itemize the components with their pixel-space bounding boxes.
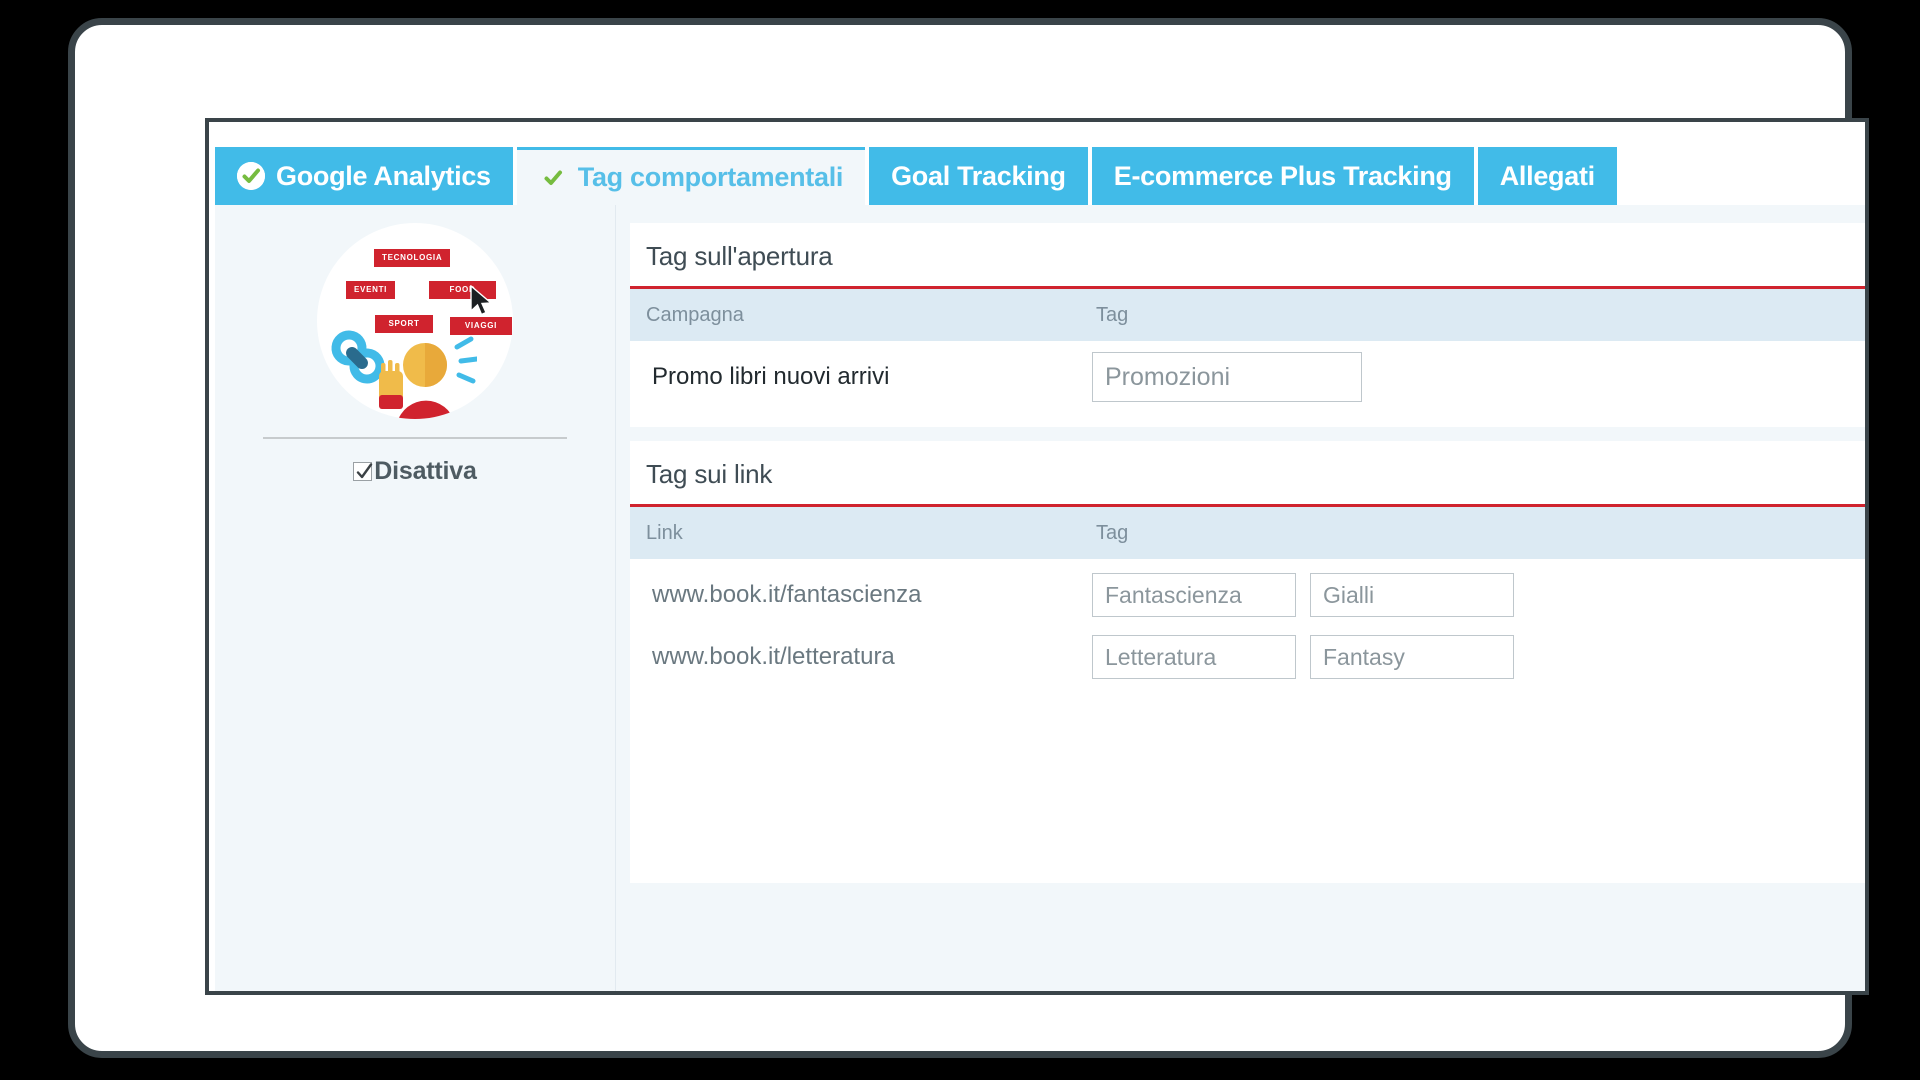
column-header-campagna: Campagna — [646, 303, 744, 326]
table-row: www.book.it/fantascienza — [630, 559, 1865, 621]
section-title-link: Tag sui link — [646, 459, 773, 489]
tag-input-gialli[interactable] — [1310, 573, 1514, 617]
checkbox-checked-icon[interactable] — [353, 462, 373, 481]
tag-input-fantasy[interactable] — [1310, 635, 1514, 679]
table-row: Promo libri nuovi arrivi — [630, 341, 1865, 403]
tag-inputs — [1080, 573, 1865, 617]
tag-inputs — [1080, 635, 1865, 679]
left-sidebar: ? TECNOLOGIA EVENTI FOOD SPORT VIAGGI — [215, 205, 654, 991]
sidebar-divider — [263, 437, 567, 439]
tab-bar: Google Analytics Tag comportamentali Goa… — [215, 147, 1617, 205]
app-window: Google Analytics Tag comportamentali Goa… — [205, 118, 1869, 995]
check-circle-icon — [237, 162, 265, 190]
link-url: www.book.it/letteratura — [652, 643, 895, 670]
chip-tecnologia: TECNOLOGIA — [374, 249, 451, 267]
table-header-link: Link Tag — [630, 507, 1865, 559]
tab-allegati[interactable]: Allegati — [1477, 147, 1617, 205]
tab-goal-tracking[interactable]: Goal Tracking — [869, 147, 1088, 205]
section-title-apertura: Tag sull'apertura — [646, 241, 833, 271]
tab-tag-comportamentali[interactable]: Tag comportamentali — [516, 147, 866, 205]
main-panel: Tag sull'apertura Campagna Tag Promo lib… — [615, 205, 1865, 991]
tab-ecommerce-plus-tracking[interactable]: E-commerce Plus Tracking — [1091, 147, 1474, 205]
tag-input-fantascienza[interactable] — [1092, 573, 1296, 617]
tag-input-letteratura[interactable] — [1092, 635, 1296, 679]
table-row: www.book.it/letteratura — [630, 621, 1865, 683]
column-header-link: Link — [646, 521, 683, 544]
illustration-wrapper: TECNOLOGIA EVENTI FOOD SPORT VIAGGI — [215, 223, 615, 419]
tag-inputs — [1080, 352, 1865, 402]
tab-label: Tag comportamentali — [577, 162, 844, 192]
disattiva-toggle[interactable]: Disattiva — [215, 457, 615, 486]
tag-input-promozioni[interactable] — [1092, 352, 1362, 402]
campagna-name: Promo libri nuovi arrivi — [652, 363, 890, 390]
tab-label: Google Analytics — [276, 160, 491, 191]
tab-label: Goal Tracking — [891, 160, 1066, 191]
chip-eventi: EVENTI — [346, 281, 396, 299]
card-tag-link: Tag sui link Link Tag www.book.it/fantas… — [630, 441, 1865, 883]
tab-label: E-commerce Plus Tracking — [1113, 160, 1452, 191]
tab-google-analytics[interactable]: Google Analytics — [215, 147, 513, 205]
column-header-tag: Tag — [1096, 521, 1129, 544]
content-area: ? TECNOLOGIA EVENTI FOOD SPORT VIAGGI — [215, 205, 1865, 991]
tab-label: Allegati — [1499, 160, 1595, 191]
link-url: www.book.it/fantascienza — [652, 581, 922, 608]
check-circle-icon — [539, 164, 567, 192]
tag-illustration: TECNOLOGIA EVENTI FOOD SPORT VIAGGI — [317, 223, 513, 419]
person-icon — [377, 333, 480, 419]
device-bezel: Google Analytics Tag comportamentali Goa… — [68, 18, 1869, 1058]
table-header-apertura: Campagna Tag — [630, 289, 1865, 341]
column-header-tag: Tag — [1096, 303, 1129, 326]
card-tag-apertura: Tag sull'apertura Campagna Tag Promo lib… — [630, 223, 1865, 427]
disattiva-label: Disattiva — [374, 457, 477, 485]
